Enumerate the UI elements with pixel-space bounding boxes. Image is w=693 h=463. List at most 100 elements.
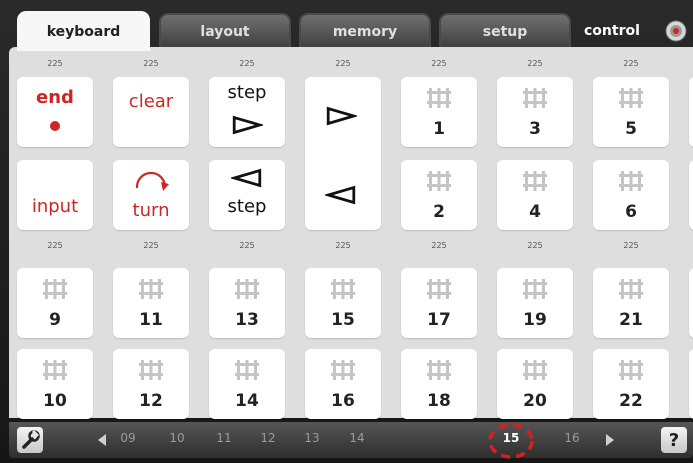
address-label: 225 — [239, 59, 255, 68]
turnout-button[interactable]: 18 — [401, 349, 477, 419]
clear-button[interactable]: clear — [113, 77, 189, 147]
track-icon — [331, 360, 355, 380]
direction-key — [305, 77, 381, 230]
end-label: end — [36, 87, 74, 108]
bottom-bar: 09 10 11 12 13 14 15 16 ? — [9, 422, 693, 459]
address-label: 225 — [335, 241, 351, 250]
turnout-button[interactable]: 2 — [401, 160, 477, 230]
turnout-button[interactable]: 14 — [209, 349, 285, 419]
address-label: 225 — [431, 59, 447, 68]
turnout-button[interactable]: 16 — [305, 349, 381, 419]
address-label: 225 — [335, 59, 351, 68]
turnout-button[interactable]: 9 — [17, 268, 93, 338]
tab-setup[interactable]: setup — [439, 13, 571, 49]
turnout-number: 1 — [433, 119, 445, 139]
step-forward-button[interactable]: step — [209, 77, 285, 147]
turnout-button[interactable]: 15 — [305, 268, 381, 338]
page-number[interactable]: 16 — [555, 431, 589, 445]
address-label: 225 — [689, 241, 693, 250]
turn-label: turn — [132, 200, 170, 221]
address-label: 225 — [239, 241, 255, 250]
turnout-button[interactable]: 19 — [497, 268, 573, 338]
turnout-button[interactable]: 17 — [401, 268, 477, 338]
turnout-number: 15 — [331, 310, 355, 330]
turnout-number: 16 — [331, 391, 355, 411]
page-number[interactable]: 13 — [295, 431, 329, 445]
forward-button[interactable] — [305, 77, 381, 153]
track-icon — [523, 171, 547, 191]
page-number[interactable]: 09 — [111, 431, 145, 445]
address-label: 225 — [689, 59, 693, 68]
turnout-button[interactable]: 4 — [497, 160, 573, 230]
turnout-button[interactable]: 20 — [497, 349, 573, 419]
address-label: 225 — [527, 59, 543, 68]
address-label: 225 — [47, 59, 63, 68]
turnout-number: 9 — [49, 310, 61, 330]
turn-arrow-icon — [135, 171, 169, 191]
track-icon — [619, 360, 643, 380]
address-label: 225 — [623, 59, 639, 68]
tab-keyboard[interactable]: keyboard — [17, 11, 150, 51]
clear-label: clear — [128, 91, 174, 112]
track-icon — [619, 279, 643, 299]
tab-layout[interactable]: layout — [159, 13, 291, 49]
track-icon — [43, 360, 67, 380]
page-number[interactable]: 10 — [160, 431, 194, 445]
end-button[interactable]: end — [17, 77, 93, 147]
turnout-number: 17 — [427, 310, 451, 330]
back-button[interactable] — [305, 154, 381, 230]
turnout-number: 24 — [689, 391, 693, 411]
track-icon — [43, 279, 67, 299]
red-dot-icon — [50, 121, 60, 131]
turnout-button[interactable]: 7 — [689, 77, 693, 147]
page-number[interactable]: 12 — [251, 431, 285, 445]
turnout-button[interactable]: 6 — [593, 160, 669, 230]
turnout-button[interactable]: 10 — [17, 349, 93, 419]
turnout-number: 13 — [235, 310, 259, 330]
turnout-button[interactable]: 13 — [209, 268, 285, 338]
turnout-button[interactable]: 3 — [497, 77, 573, 147]
step-back-button[interactable]: step — [209, 160, 285, 230]
input-button[interactable]: input — [17, 160, 93, 230]
turnout-number: 8 — [689, 202, 693, 222]
tab-memory[interactable]: memory — [299, 13, 431, 49]
page-number[interactable]: 14 — [340, 431, 374, 445]
address-label: 225 — [47, 241, 63, 250]
turn-button[interactable]: turn — [113, 160, 189, 230]
turnout-number: 23 — [689, 310, 693, 330]
app-screen: keyboard layout memory setup control 225… — [0, 0, 693, 463]
wrench-icon[interactable] — [17, 427, 43, 453]
turnout-number: 3 — [529, 119, 541, 139]
turnout-number: 6 — [625, 202, 637, 222]
track-icon — [523, 88, 547, 108]
prev-page-icon[interactable] — [96, 433, 108, 447]
turnout-button[interactable]: 21 — [593, 268, 669, 338]
turnout-button[interactable]: 8 — [689, 160, 693, 230]
track-icon — [427, 360, 451, 380]
triangle-left-icon — [325, 185, 356, 205]
turnout-button[interactable]: 24 — [689, 349, 693, 419]
turnout-number: 20 — [523, 391, 547, 411]
turnout-button[interactable]: 23 — [689, 268, 693, 338]
triangle-left-icon — [231, 168, 262, 188]
turnout-button[interactable]: 12 — [113, 349, 189, 419]
track-icon — [235, 279, 259, 299]
turnout-button[interactable]: 1 — [401, 77, 477, 147]
turnout-button[interactable]: 5 — [593, 77, 669, 147]
track-icon — [235, 360, 259, 380]
track-icon — [331, 279, 355, 299]
turnout-button[interactable]: 11 — [113, 268, 189, 338]
turnout-number: 21 — [619, 310, 643, 330]
help-button[interactable]: ? — [661, 427, 687, 453]
turnout-button[interactable]: 22 — [593, 349, 669, 419]
turnout-number: 2 — [433, 202, 445, 222]
track-icon — [139, 279, 163, 299]
track-icon — [139, 360, 163, 380]
turnout-number: 10 — [43, 391, 67, 411]
turnout-number: 7 — [689, 119, 693, 139]
next-page-icon[interactable] — [604, 433, 616, 447]
current-page-marker — [488, 423, 534, 459]
address-label: 225 — [143, 59, 159, 68]
gear-icon[interactable] — [665, 20, 687, 42]
page-number[interactable]: 11 — [207, 431, 241, 445]
